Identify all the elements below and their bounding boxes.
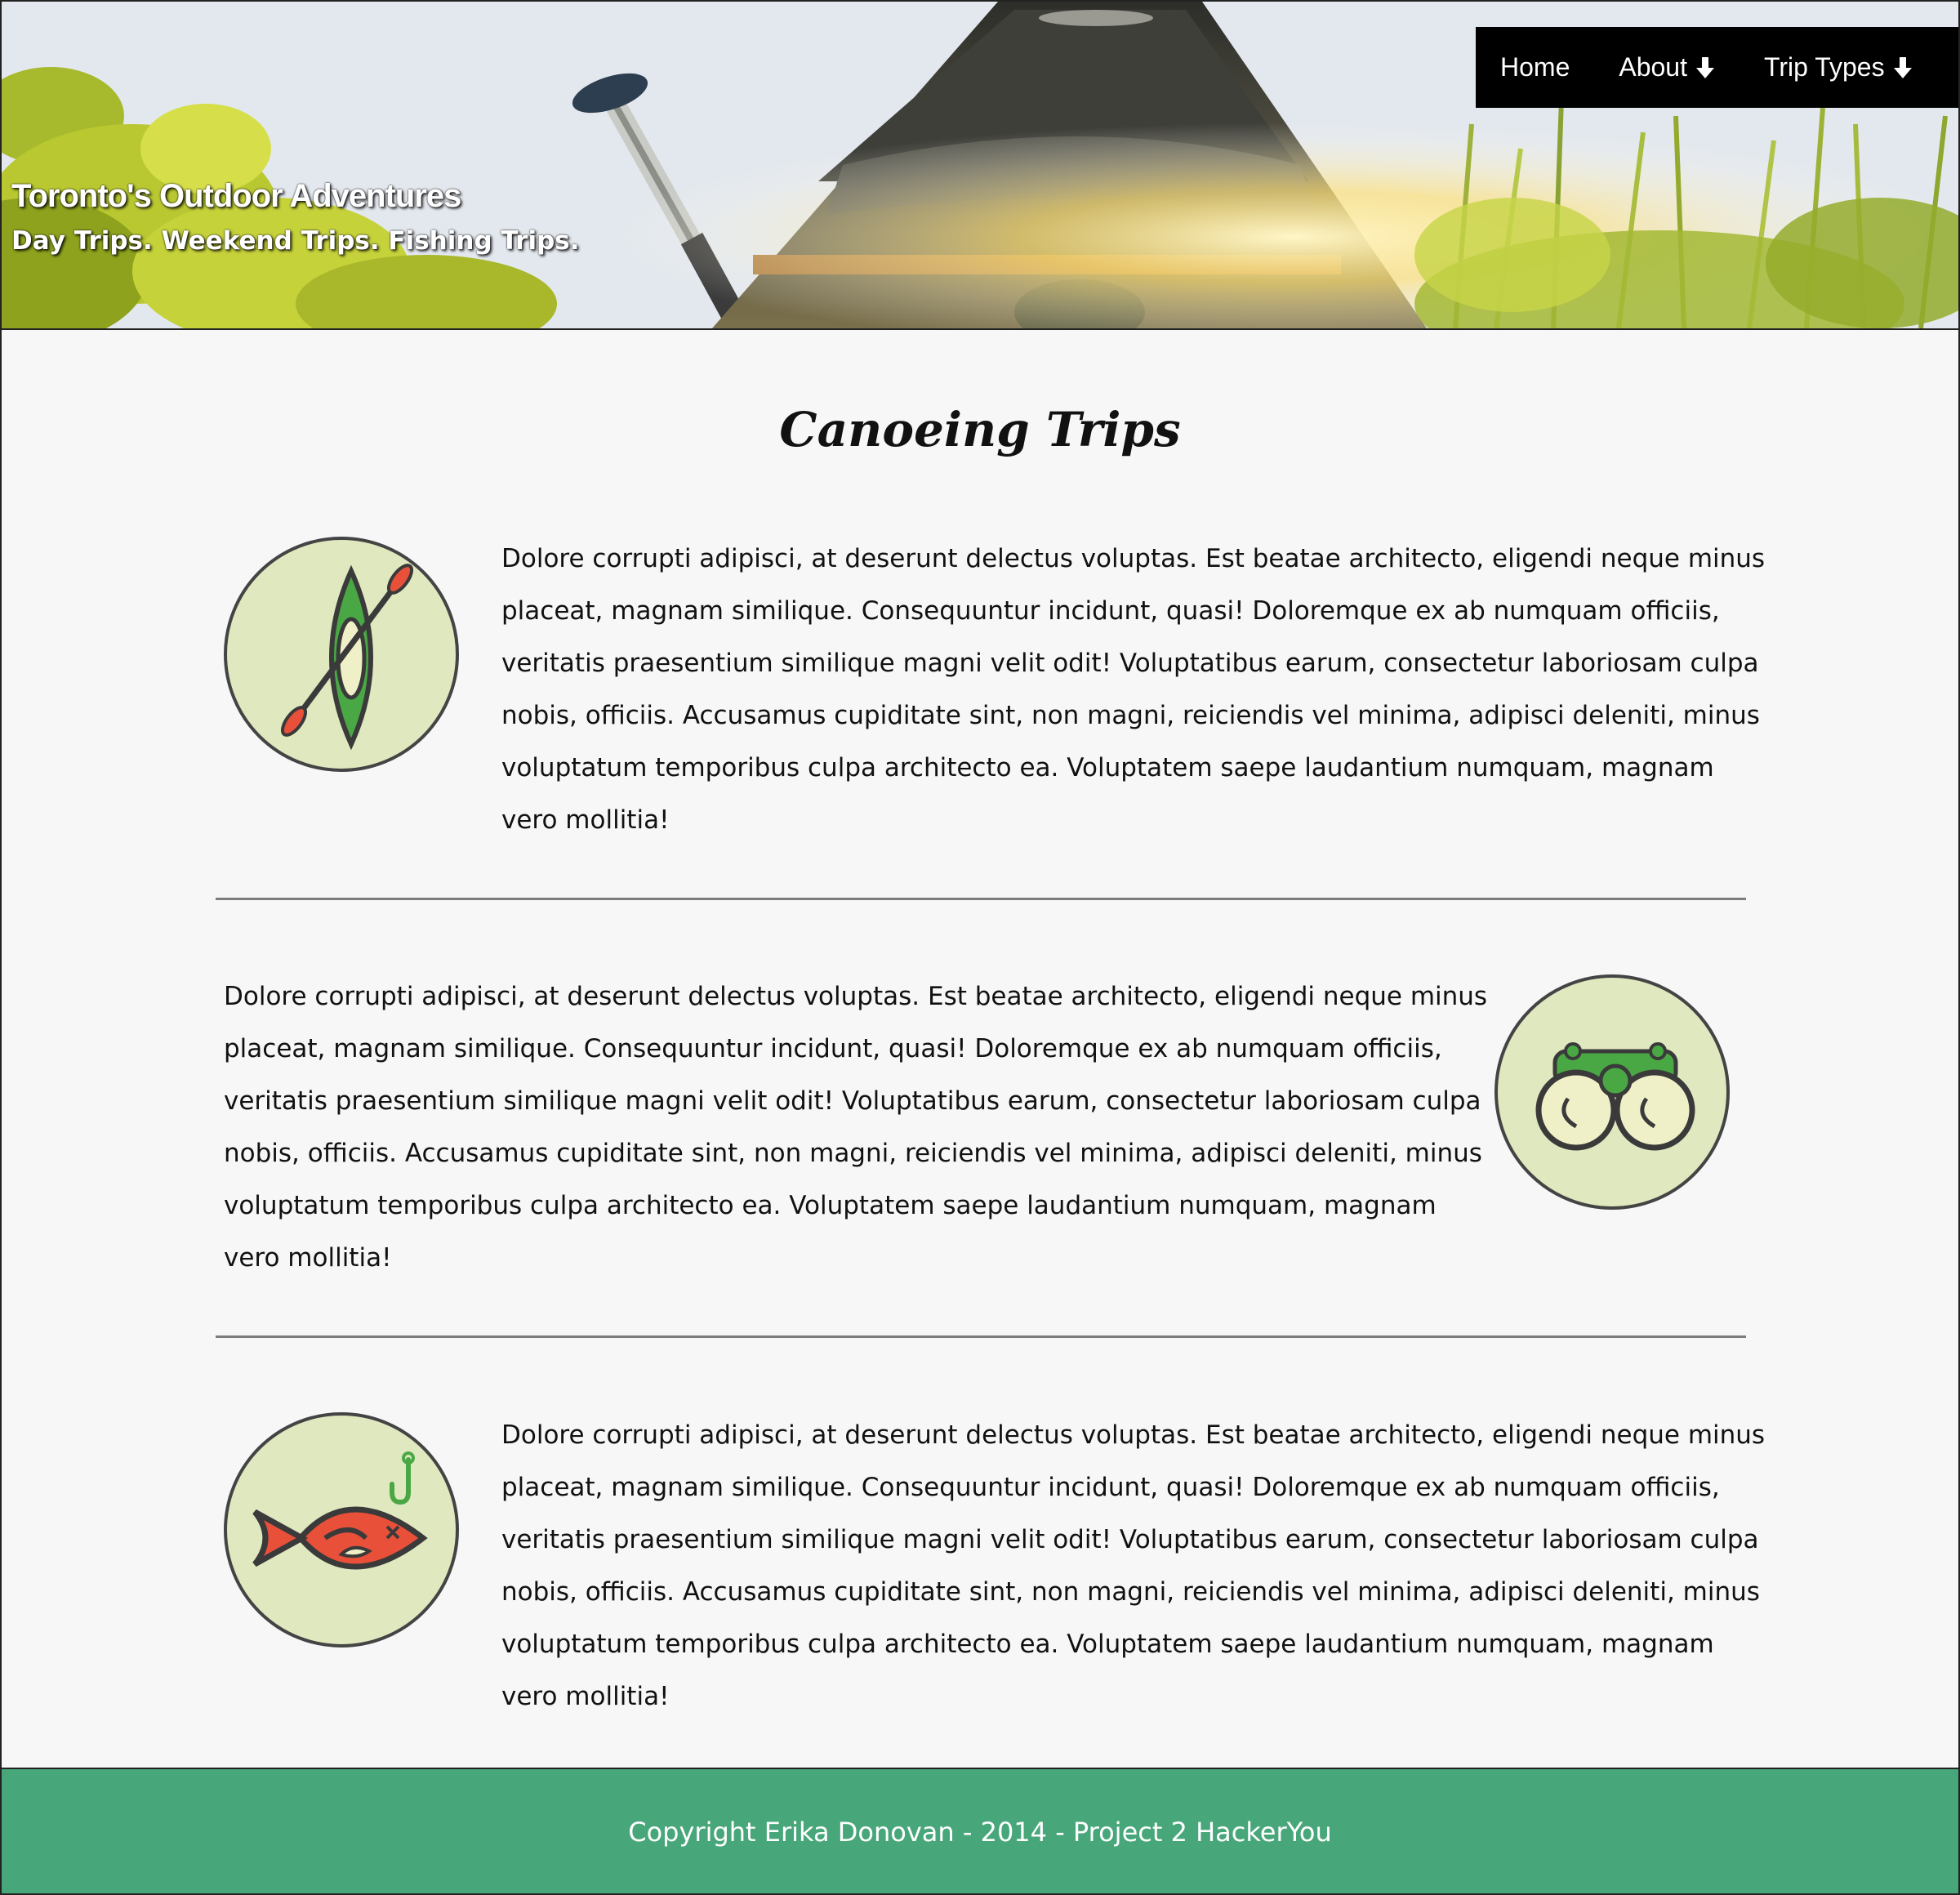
main-nav: Home About Trip Types: [1476, 27, 1958, 108]
trip-line: nobis, officiis. Accusamus cupiditate si…: [501, 1577, 1760, 1607]
trip-line: voluptatum temporibus culpa architecto e…: [501, 753, 1714, 783]
trip-description-3: Dolore corrupti adipisci, at deserunt de…: [501, 1409, 1765, 1723]
nav-home[interactable]: Home: [1500, 52, 1570, 82]
site-title[interactable]: Toronto's Outdoor Adventures: [11, 178, 580, 215]
trip-line: Dolore corrupti adipisci, at deserunt de…: [501, 544, 1766, 573]
site-branding: Toronto's Outdoor Adventures Day Trips. …: [11, 178, 580, 256]
trip-line: Dolore corrupti adipisci, at deserunt de…: [224, 982, 1488, 1011]
trip-line: voluptatum temporibus culpa architecto e…: [501, 1630, 1714, 1659]
nav-trip-types-label: Trip Types: [1763, 52, 1885, 82]
trip-line: vero mollitia!: [501, 805, 670, 835]
binoculars-badge: [1494, 974, 1730, 1210]
kayak-badge: [224, 537, 459, 772]
site-tagline: Day Trips. Weekend Trips. Fishing Trips.: [11, 226, 580, 256]
arrow-down-icon: [1891, 56, 1914, 80]
trip-line: voluptatum temporibus culpa architecto e…: [224, 1191, 1437, 1220]
trip-description-1: Dolore corrupti adipisci, at deserunt de…: [501, 533, 1765, 846]
binoculars-icon: [1535, 1042, 1695, 1151]
trip-line: veritatis praesentium similique magni ve…: [501, 649, 1759, 678]
arrow-down-icon: [1694, 56, 1717, 80]
trip-line: nobis, officiis. Accusamus cupiditate si…: [224, 1139, 1482, 1168]
page: Toronto's Outdoor Adventures Day Trips. …: [0, 0, 1960, 1895]
nav-trip-types[interactable]: Trip Types: [1764, 52, 1914, 82]
section-divider: [216, 1335, 1746, 1338]
fish-badge: [224, 1412, 459, 1648]
trip-line: placeat, magnam similique. Consequuntur …: [501, 1473, 1720, 1502]
nav-about-label: About: [1619, 52, 1687, 82]
trip-line: vero mollitia!: [501, 1682, 670, 1711]
kayak-icon: [280, 564, 414, 751]
nav-home-label: Home: [1500, 52, 1570, 82]
fish-hook-icon: [252, 1451, 428, 1570]
trip-line: Dolore corrupti adipisci, at deserunt de…: [501, 1420, 1766, 1450]
trip-line: nobis, officiis. Accusamus cupiditate si…: [501, 701, 1760, 730]
trip-line: veritatis praesentium similique magni ve…: [501, 1525, 1759, 1554]
trip-line: placeat, magnam similique. Consequuntur …: [501, 596, 1720, 626]
trip-description-2: Dolore corrupti adipisci, at deserunt de…: [224, 970, 1487, 1284]
trip-line: placeat, magnam similique. Consequuntur …: [224, 1034, 1442, 1063]
site-footer: Copyright Erika Donovan - 2014 - Project…: [2, 1768, 1958, 1893]
trip-line: vero mollitia!: [224, 1243, 392, 1273]
copyright-text: Copyright Erika Donovan - 2014 - Project…: [628, 1817, 1332, 1848]
page-title: Canoeing Trips: [779, 402, 1181, 457]
trip-line: veritatis praesentium similique magni ve…: [224, 1086, 1481, 1116]
nav-about[interactable]: About: [1619, 52, 1717, 82]
section-divider: [216, 898, 1746, 900]
hero-banner: Toronto's Outdoor Adventures Day Trips. …: [2, 2, 1958, 330]
